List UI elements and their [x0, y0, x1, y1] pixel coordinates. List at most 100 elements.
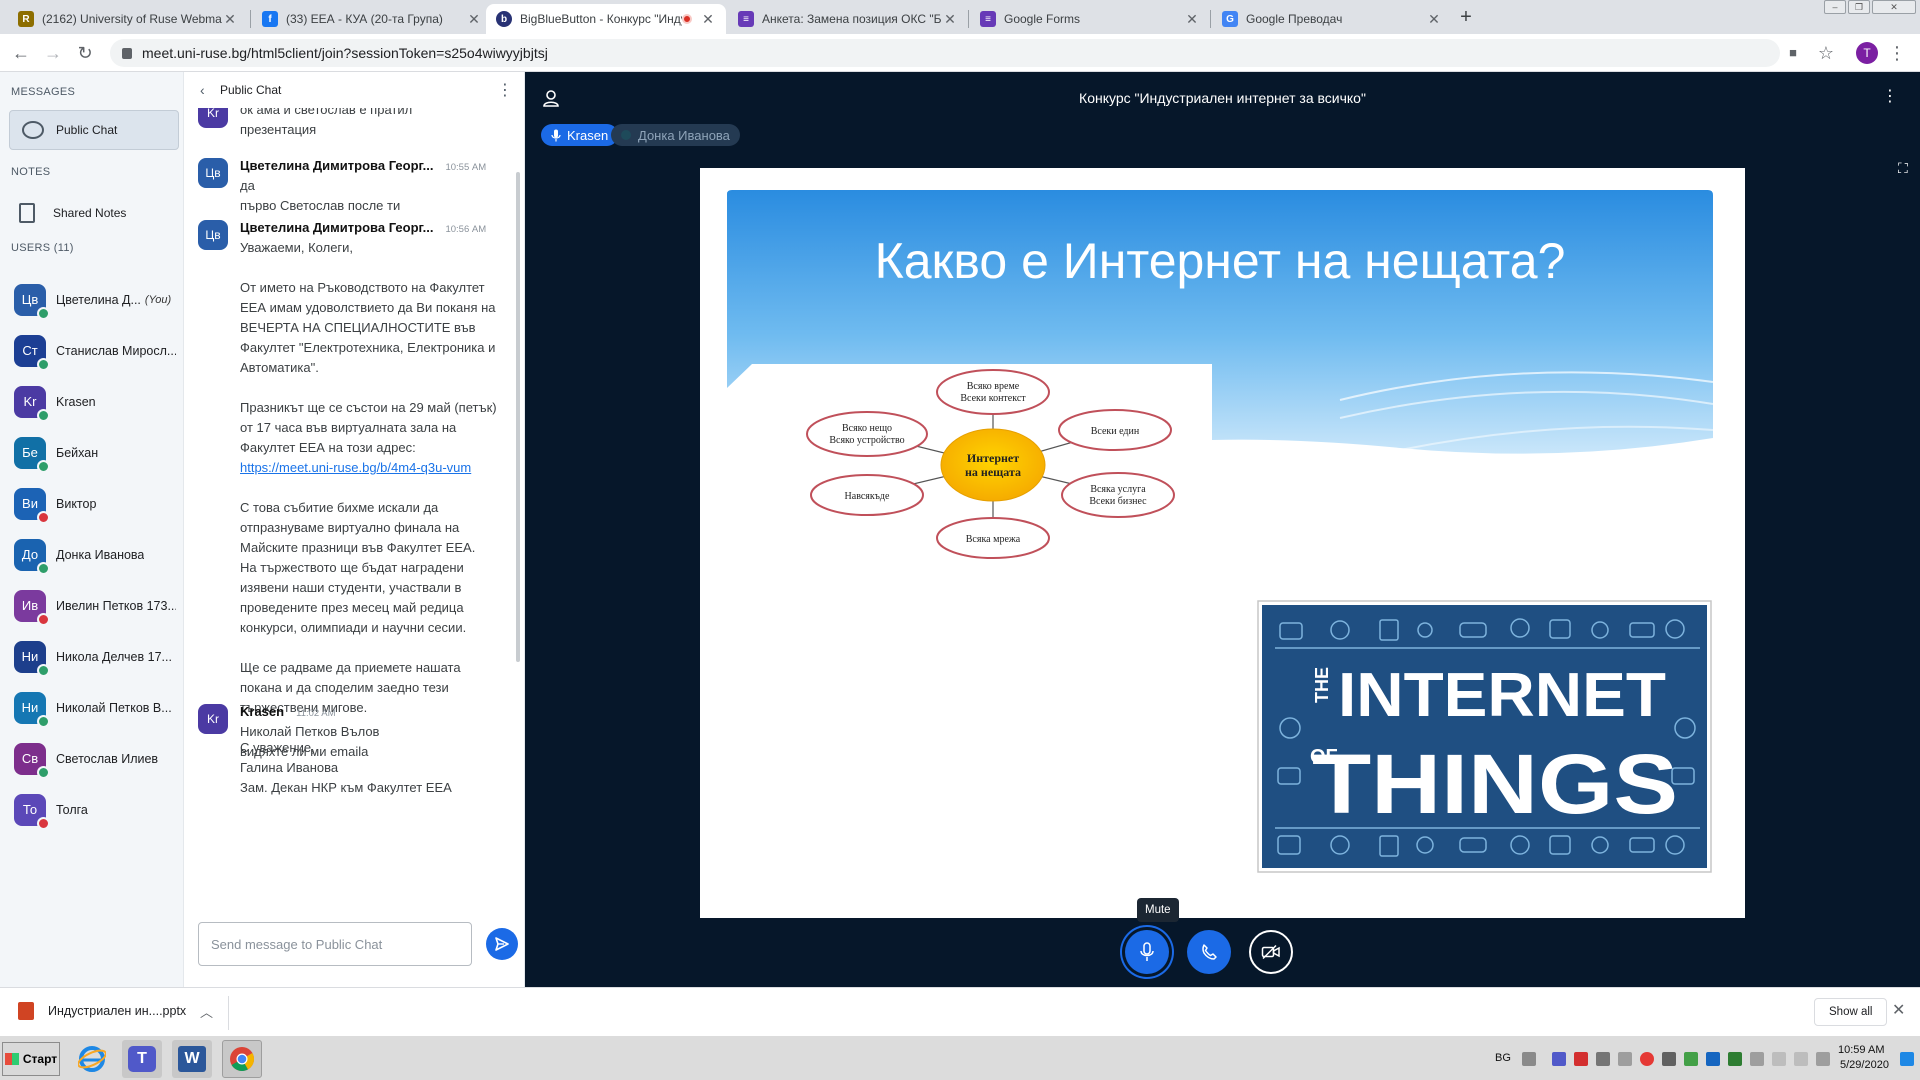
bookmark-star-icon[interactable]: ☆: [1815, 42, 1837, 64]
chevron-up-icon[interactable]: ︿: [200, 1002, 213, 1021]
start-button[interactable]: Старт: [2, 1042, 60, 1076]
maximize-window-button[interactable]: ❐: [1848, 0, 1870, 14]
clock-date[interactable]: 5/29/2020: [1840, 1059, 1889, 1071]
mute-button[interactable]: [1125, 930, 1169, 974]
opera-tray-icon[interactable]: [1640, 1052, 1654, 1066]
close-download-bar-icon[interactable]: ✕: [1892, 1000, 1905, 1020]
tray-app-icon[interactable]: [1574, 1052, 1588, 1066]
message-line: отпразнуваме виртуално финала на: [240, 520, 460, 535]
volume-tray-icon[interactable]: [1794, 1052, 1808, 1066]
chat-options-icon[interactable]: ⋮: [497, 80, 513, 100]
google-chrome-icon[interactable]: [222, 1040, 262, 1078]
clock-time[interactable]: 10:59 AM: [1838, 1044, 1884, 1056]
message-line: https://meet.uni-ruse.bg/b/4m4-q3u-vum: [240, 458, 525, 478]
microsoft-teams-icon[interactable]: T: [122, 1040, 162, 1078]
talking-indicator-krasen[interactable]: Krasen: [541, 124, 619, 146]
chat-message-input[interactable]: Send message to Public Chat: [198, 922, 472, 966]
tray-app-icon[interactable]: [1706, 1052, 1720, 1066]
presentation-slide[interactable]: Какво е Интернет на нещата? Всяко времеВ…: [700, 168, 1745, 918]
user-list-item[interactable]: Св Светослав Илиев: [0, 733, 184, 784]
user-list-item[interactable]: Ст Станислав Миросл...: [0, 325, 184, 376]
browser-tab-facebook[interactable]: f (33) ЕЕА - КУА (20-та Група) ✕: [252, 4, 492, 34]
close-tab-icon[interactable]: ✕: [942, 11, 958, 28]
close-tab-icon[interactable]: ✕: [222, 11, 238, 28]
browser-tab-webmail[interactable]: R (2162) University of Ruse Webmail : ✕: [8, 4, 248, 34]
audio-status-icon: [37, 765, 50, 779]
close-window-button[interactable]: ✕: [1872, 0, 1916, 14]
user-list-item[interactable]: Ни Никола Делчев 17...: [0, 631, 184, 682]
flag-tray-icon[interactable]: [1750, 1052, 1764, 1066]
public-chat-label: Public Chat: [56, 123, 118, 137]
user-list-item[interactable]: То Толга: [0, 784, 184, 835]
download-file-name: Индустриален ин....pptx: [48, 1004, 187, 1018]
show-all-downloads-button[interactable]: Show all: [1814, 998, 1888, 1026]
windows-taskbar: Старт T W BG 10:59 AM 5/29/2020: [0, 1035, 1920, 1080]
fullscreen-icon[interactable]: ⛶: [1898, 160, 1914, 176]
browser-tab-google-translate[interactable]: G Google Преводач ✕: [1212, 4, 1452, 34]
avatar-initials: Цв: [205, 228, 221, 242]
address-bar[interactable]: meet.uni-ruse.bg/html5client/join?sessio…: [110, 39, 1780, 67]
user-list-item[interactable]: Kr Krasen: [0, 376, 184, 427]
tray-app-icon[interactable]: [1728, 1052, 1742, 1066]
chat-title[interactable]: Public Chat: [220, 83, 281, 97]
presentation-stage: Конкурс "Индустриален интернет за всичко…: [525, 72, 1920, 987]
chevron-left-icon[interactable]: ‹: [200, 82, 220, 98]
message-author: Цветелина Димитрова Георг...: [240, 220, 434, 235]
tray-app-icon[interactable]: [1816, 1052, 1830, 1066]
show-desktop-icon[interactable]: [1900, 1052, 1914, 1066]
message-line: Майските празници във Факултет ЕЕА.: [240, 540, 476, 555]
chat-message-list[interactable]: Kr ок ама и светослав е пратил презентация…: [184, 108, 525, 798]
tray-app-icon[interactable]: [1618, 1052, 1632, 1066]
browser-menu-icon[interactable]: ⋮: [1886, 42, 1908, 64]
user-list-item[interactable]: До Донка Иванова: [0, 529, 184, 580]
lock-icon: [122, 47, 132, 59]
meeting-options-icon[interactable]: ⋮: [1882, 86, 1898, 106]
talking-indicator-donka[interactable]: Донка Иванова: [611, 124, 740, 146]
public-chat-item[interactable]: Public Chat: [9, 110, 179, 150]
back-arrow-icon[interactable]: ←: [10, 42, 32, 64]
chat-header: ‹ Public Chat ⋮: [184, 72, 525, 108]
user-list-item[interactable]: Ни Николай Петков В...: [0, 682, 184, 733]
user-name: Бейхан: [56, 445, 99, 460]
teams-tray-icon[interactable]: [1552, 1052, 1566, 1066]
user-name: Krasen: [56, 394, 96, 409]
user-list-item[interactable]: Ви Виктор: [0, 478, 184, 529]
browser-tab-google-forms[interactable]: ≡ Google Forms ✕: [970, 4, 1210, 34]
message-line: ВЕЧЕРТА НА СПЕЦИАЛНОСТИТЕ във: [240, 320, 476, 335]
meeting-link[interactable]: https://meet.uni-ruse.bg/b/4m4-q3u-vum: [240, 460, 471, 475]
close-tab-icon[interactable]: ✕: [1426, 11, 1442, 28]
user-list-item[interactable]: Ив Ивелин Петков 173...: [0, 580, 184, 631]
download-item[interactable]: Индустриален ин....pptx: [18, 1002, 186, 1020]
shared-notes-item[interactable]: Shared Notes: [9, 196, 179, 230]
tray-app-icon[interactable]: [1662, 1052, 1676, 1066]
send-message-button[interactable]: [486, 928, 518, 960]
close-tab-icon[interactable]: ✕: [466, 11, 482, 28]
keyboard-language[interactable]: BG: [1495, 1052, 1511, 1064]
microsoft-word-icon[interactable]: W: [172, 1040, 212, 1078]
stage-header: Конкурс "Индустриален интернет за всичко…: [525, 72, 1920, 167]
browser-tab-bigbluebutton[interactable]: b BigBlueButton - Конкурс "Инду ✕: [486, 4, 726, 34]
browser-tab-survey[interactable]: ≡ Анкета: Заменa позиция ОКС "Ба ✕: [728, 4, 968, 34]
camera-permission-icon[interactable]: ■: [1782, 42, 1804, 64]
avatar-initials: Kr: [207, 712, 219, 726]
profile-avatar[interactable]: T: [1856, 42, 1878, 64]
share-webcam-button[interactable]: [1249, 930, 1293, 974]
network-tray-icon[interactable]: [1772, 1052, 1786, 1066]
forward-arrow-icon[interactable]: →: [42, 42, 64, 64]
new-tab-button[interactable]: +: [1454, 6, 1478, 30]
reload-icon[interactable]: ↻: [74, 42, 96, 64]
chat-scrollbar[interactable]: [516, 172, 520, 662]
microphone-icon: [1140, 942, 1154, 961]
tab-title: Google Преводач: [1246, 12, 1343, 26]
tray-app-icon[interactable]: [1522, 1052, 1536, 1066]
avatar: Ни: [14, 640, 50, 677]
close-tab-icon[interactable]: ✕: [700, 11, 716, 28]
user-list-item[interactable]: Бе Бейхан: [0, 427, 184, 478]
internet-explorer-icon[interactable]: [72, 1040, 112, 1078]
user-list-item[interactable]: Цв Цветелина Д... (You): [0, 274, 184, 325]
tray-app-icon[interactable]: [1684, 1052, 1698, 1066]
leave-audio-button[interactable]: [1187, 930, 1231, 974]
close-tab-icon[interactable]: ✕: [1184, 11, 1200, 28]
tray-app-icon[interactable]: [1596, 1052, 1610, 1066]
minimize-window-button[interactable]: –: [1824, 0, 1846, 14]
